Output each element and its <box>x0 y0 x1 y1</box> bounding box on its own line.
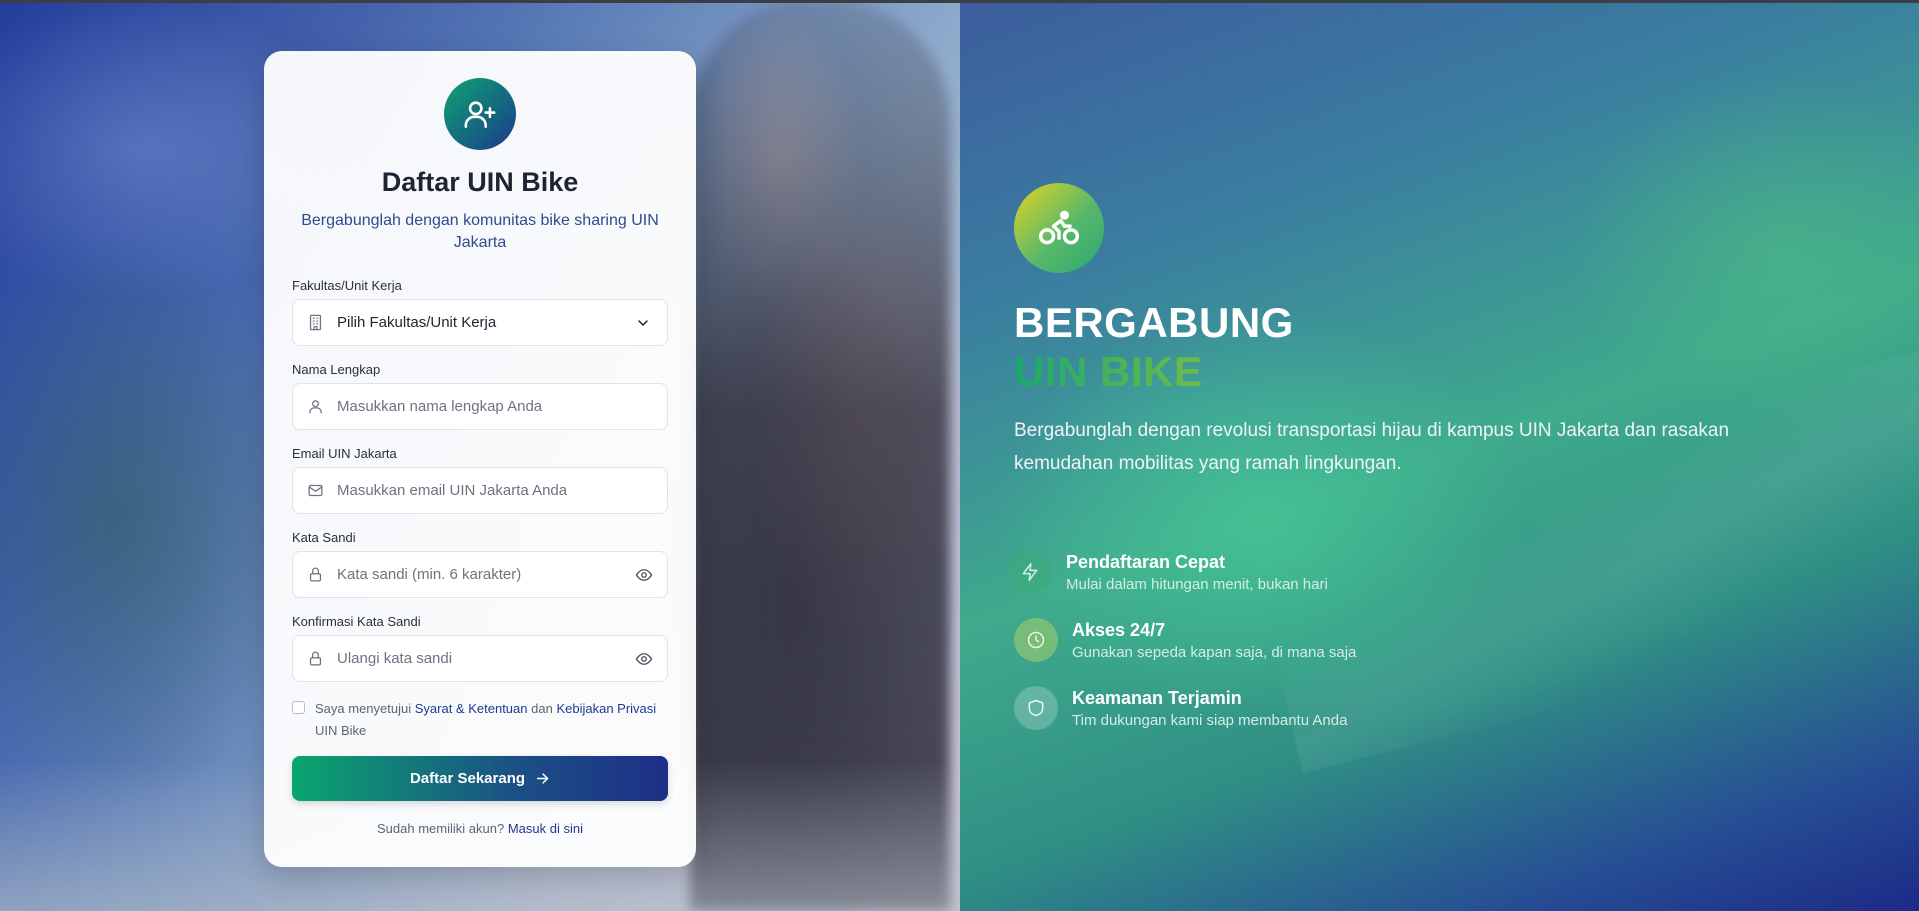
feature-subtitle: Tim dukungan kami siap membantu Anda <box>1072 711 1348 729</box>
feature-title: Keamanan Terjamin <box>1072 687 1242 708</box>
arrow-right-icon <box>535 771 550 786</box>
feature-subtitle: Gunakan sepeda kapan saja, di mana saja <box>1072 643 1357 661</box>
register-button-label: Daftar Sekarang <box>409 770 526 787</box>
lightning-icon <box>1008 550 1052 594</box>
shield-icon <box>1014 686 1058 730</box>
feature-subtitle: Mulai dalam hitungan menit, bukan hari <box>1066 575 1328 593</box>
full-name-placeholder: Masukkan nama lengkap Anda <box>337 398 543 415</box>
building-icon <box>307 314 325 332</box>
terms-text: Saya menyetujui Syarat & Ketentuan dan K… <box>315 698 668 742</box>
terms-suffix: UIN Bike <box>315 723 367 738</box>
lock-icon <box>307 566 325 584</box>
faculty-field: Fakultas/Unit Kerja Pilih Fakultas/Unit … <box>292 278 668 346</box>
feature-item: Akses 24/7 Gunakan sepeda kapan saja, di… <box>1014 618 1356 662</box>
email-placeholder: Masukkan email UIN Jakarta Anda <box>337 482 568 499</box>
email-input[interactable]: Masukkan email UIN Jakarta Anda <box>292 467 668 514</box>
terms-prefix: Saya menyetujui <box>315 701 412 716</box>
privacy-link[interactable]: Kebijakan Privasi <box>556 701 656 716</box>
feature-title: Pendaftaran Cepat <box>1066 551 1226 572</box>
user-plus-icon <box>444 78 516 150</box>
terms-and: dan <box>531 701 553 716</box>
eye-icon[interactable] <box>635 566 653 584</box>
password-field: Kata Sandi Kata sandi (min. 6 karakter) <box>292 530 668 598</box>
hero-description: Bergabunglah dengan revolusi transportas… <box>1014 420 1730 474</box>
email-label: Email UIN Jakarta <box>292 446 397 461</box>
password-placeholder: Kata sandi (min. 6 karakter) <box>337 566 522 583</box>
register-button[interactable]: Daftar Sekarang <box>292 756 668 801</box>
login-prompt: Sudah memiliki akun? Masuk di sini <box>292 821 668 836</box>
confirm-password-field: Konfirmasi Kata Sandi Ulangi kata sandi <box>292 614 668 682</box>
full-name-label: Nama Lengkap <box>292 362 381 377</box>
feature-item: Pendaftaran Cepat Mulai dalam hitungan m… <box>1008 550 1356 594</box>
confirm-password-placeholder: Ulangi kata sandi <box>337 650 453 667</box>
register-card: Daftar UIN Bike Bergabunglah dengan komu… <box>264 51 696 867</box>
feature-title: Akses 24/7 <box>1072 619 1166 640</box>
feature-item: Keamanan Terjamin Tim dukungan kami siap… <box>1014 686 1356 730</box>
faculty-select[interactable]: Pilih Fakultas/Unit Kerja <box>292 299 668 346</box>
terms-checkbox[interactable] <box>292 701 305 714</box>
confirm-password-label: Konfirmasi Kata Sandi <box>292 614 421 629</box>
eye-icon[interactable] <box>635 650 653 668</box>
full-name-field: Nama Lengkap Masukkan nama lengkap Anda <box>292 362 668 430</box>
hero-section: BERGABUNG UIN BIKE Bergabunglah dengan r… <box>1014 183 1834 480</box>
email-field: Email UIN Jakarta Masukkan email UIN Jak… <box>292 446 668 514</box>
mail-icon <box>307 482 325 500</box>
login-link[interactable]: Masuk di sini <box>508 821 583 836</box>
confirm-password-input[interactable]: Ulangi kata sandi <box>292 635 668 682</box>
full-name-input[interactable]: Masukkan nama lengkap Anda <box>292 383 668 430</box>
login-prompt-text: Sudah memiliki akun? <box>377 821 505 836</box>
page-subtitle: Bergabunglah dengan komunitas bike shari… <box>301 212 659 251</box>
terms-link[interactable]: Syarat & Ketentuan <box>415 701 528 716</box>
faculty-select-value: Pilih Fakultas/Unit Kerja <box>337 314 497 331</box>
password-label: Kata Sandi <box>292 530 356 545</box>
clock-icon <box>1014 618 1058 662</box>
terms-row: Saya menyetujui Syarat & Ketentuan dan K… <box>292 698 668 742</box>
hero-title-line1: BERGABUNG <box>1014 299 1294 346</box>
page-title: Daftar UIN Bike <box>381 167 579 197</box>
user-icon <box>307 398 325 416</box>
lock-icon <box>307 650 325 668</box>
feature-list: Pendaftaran Cepat Mulai dalam hitungan m… <box>1008 550 1356 754</box>
chevron-down-icon[interactable] <box>635 314 653 332</box>
top-border <box>0 0 1919 3</box>
faculty-label: Fakultas/Unit Kerja <box>292 278 402 293</box>
bicycle-icon <box>1014 183 1104 273</box>
register-form: Fakultas/Unit Kerja Pilih Fakultas/Unit … <box>292 278 668 836</box>
hero-title-line2: UIN BIKE <box>1014 348 1834 396</box>
password-input[interactable]: Kata sandi (min. 6 karakter) <box>292 551 668 598</box>
